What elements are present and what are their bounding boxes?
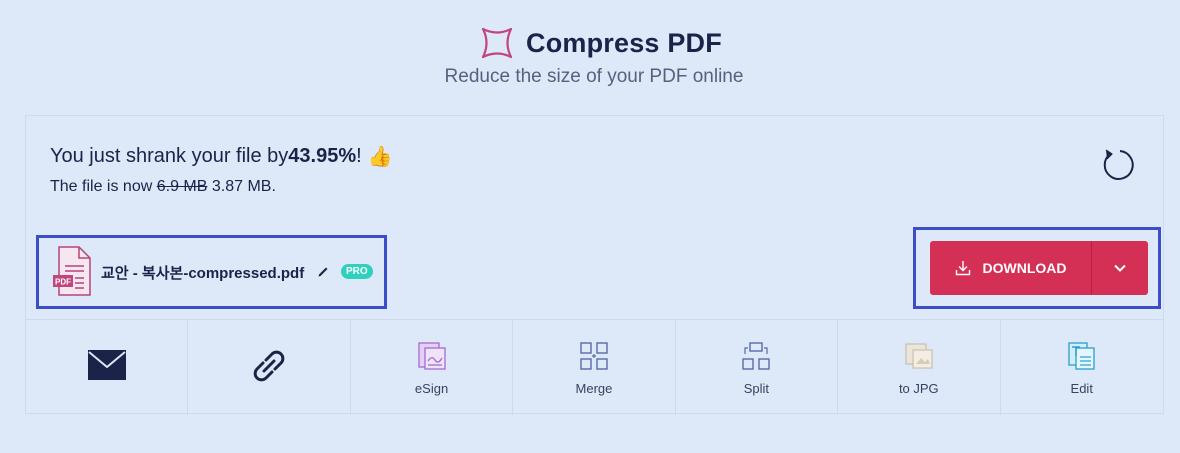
download-options-button[interactable] [1092, 241, 1148, 295]
merge-icon [580, 342, 608, 370]
link-icon [253, 350, 285, 382]
jpg-icon [905, 343, 933, 369]
result-card: You just shrank your file by 43.95%! 👍 T… [25, 115, 1164, 415]
tool-label: eSign [414, 381, 449, 396]
download-area: DOWNLOAD [913, 227, 1161, 309]
page-title: Compress PDF [526, 27, 722, 58]
thumbs-up-icon: 👍 [367, 146, 393, 168]
file-name: 교안 - 복사본-compressed.pdf [101, 265, 305, 282]
compress-logo-icon [481, 27, 513, 59]
edit-icon [1068, 342, 1095, 370]
tool-edit[interactable]: Edit [1001, 320, 1163, 415]
page-subtitle: Reduce the size of your PDF online [444, 66, 744, 87]
shrink-suffix: ! [356, 145, 362, 167]
esign-icon [417, 342, 446, 370]
tool-esign[interactable]: eSign [351, 320, 514, 415]
title-row: Compress PDF [480, 25, 722, 61]
old-size: 6.9 MB [156, 178, 208, 195]
download-button-group: DOWNLOAD [930, 241, 1148, 295]
pdf-icon-label: PDF [55, 278, 71, 287]
size-prefix: The file is now [50, 178, 157, 195]
tool-label: Edit [1070, 381, 1093, 396]
download-icon [955, 261, 970, 276]
shrink-prefix: You just shrank your file by [50, 145, 289, 167]
tool-label: to JPG [898, 381, 939, 396]
edit-name-pencil-icon[interactable] [317, 265, 330, 278]
tool-to-jpg[interactable]: to JPG [838, 320, 1001, 415]
tool-email[interactable] [26, 320, 189, 415]
pdf-file-icon: PDF [53, 246, 91, 296]
tool-split[interactable]: Split [676, 320, 839, 415]
split-icon [742, 342, 771, 370]
new-size: 3.87 MB. [211, 178, 276, 195]
restart-icon[interactable] [1098, 145, 1138, 185]
shrink-percent: 43.95% [288, 145, 357, 167]
file-item: PDF 교안 - 복사본-compressed.pdf PRO [36, 235, 387, 309]
mail-icon [87, 350, 126, 380]
size-message: The file is now 6.9 MB 3.87 MB. [50, 178, 276, 196]
tool-label: Merge [575, 381, 613, 396]
chevron-down-icon [1114, 264, 1126, 272]
download-label: DOWNLOAD [982, 260, 1067, 276]
tools-row: eSign Merge Split to JPG Edit [26, 319, 1163, 415]
shrink-message: You just shrank your file by 43.95%! 👍 [50, 144, 393, 169]
tool-link[interactable] [188, 320, 351, 415]
tool-label: Split [743, 381, 770, 396]
page-header: Compress PDF Reduce the size of your PDF… [0, 0, 1180, 110]
tool-merge[interactable]: Merge [513, 320, 676, 415]
pro-badge: PRO [341, 264, 373, 279]
download-button[interactable]: DOWNLOAD [930, 241, 1092, 295]
